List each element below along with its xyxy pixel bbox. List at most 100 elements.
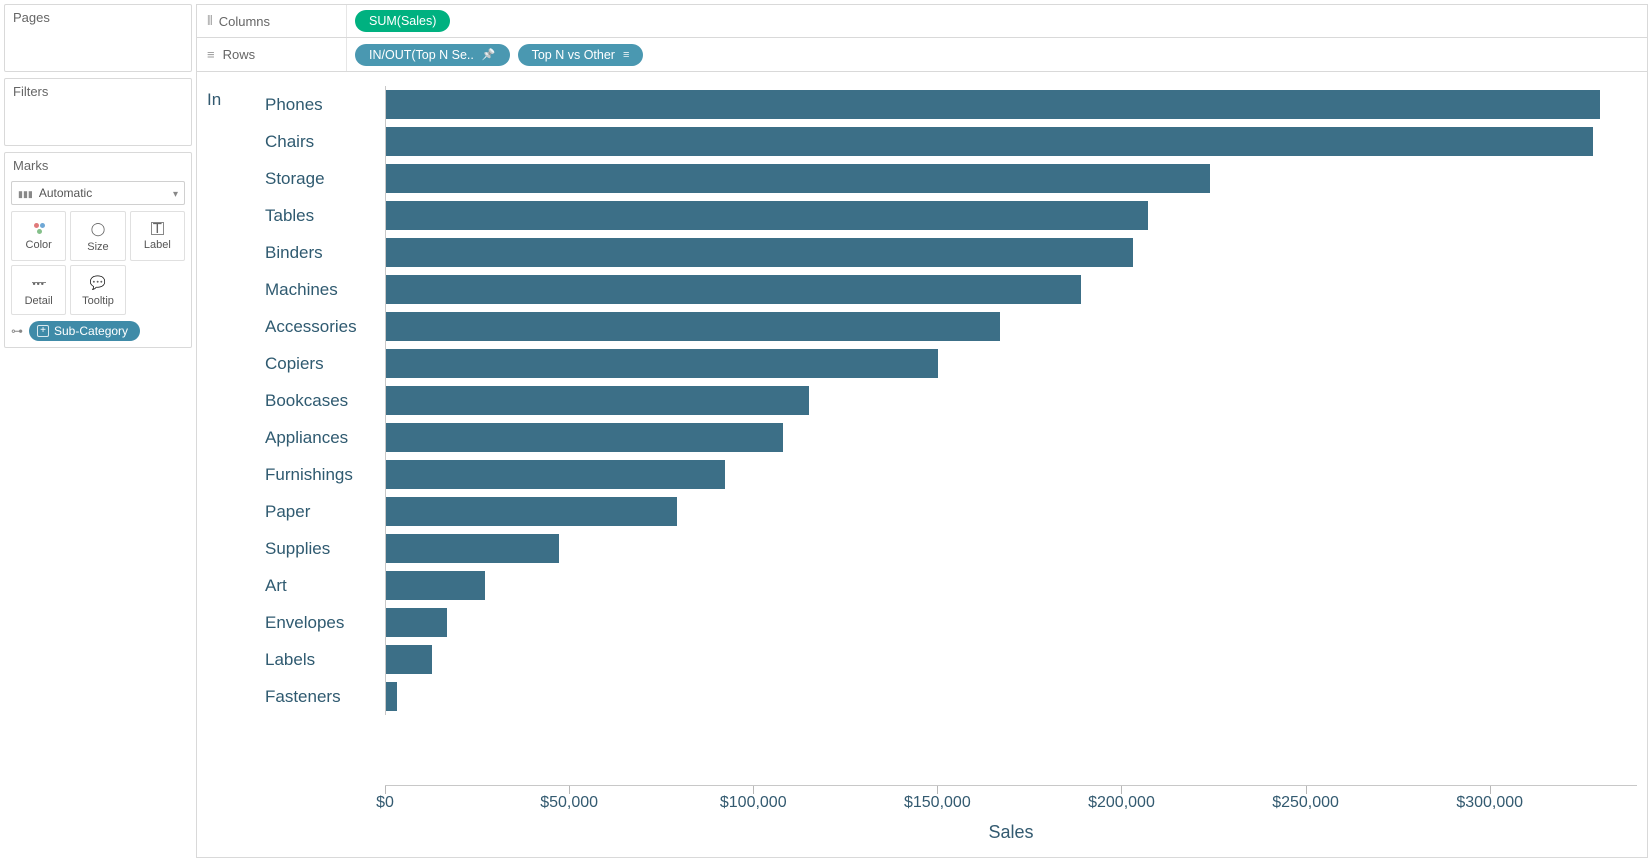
bar-row: Appliances <box>265 419 1637 456</box>
bar-track <box>385 530 1637 567</box>
category-label: Accessories <box>265 317 385 337</box>
tooltip-button[interactable]: Tooltip <box>70 265 125 315</box>
category-label: Furnishings <box>265 465 385 485</box>
chevron-down-icon <box>173 186 178 200</box>
bar[interactable] <box>386 201 1148 230</box>
color-label: Color <box>26 239 52 251</box>
bar[interactable] <box>386 682 397 711</box>
inout-set-pill[interactable]: IN/OUT(Top N Se.. 📌 <box>355 44 510 66</box>
row-group-label: In <box>207 86 265 857</box>
bar[interactable] <box>386 423 783 452</box>
label-button[interactable]: T Label <box>130 211 185 261</box>
bar-row: Binders <box>265 234 1637 271</box>
bar-track <box>385 382 1637 419</box>
bar[interactable] <box>386 90 1600 119</box>
detail-icon <box>32 274 44 291</box>
bar[interactable] <box>386 608 447 637</box>
axis-tick <box>385 786 386 794</box>
axis-tick <box>1490 786 1491 794</box>
category-label: Supplies <box>265 539 385 559</box>
pages-shelf[interactable]: Pages <box>4 4 192 72</box>
marks-mode-label: Automatic <box>39 186 92 200</box>
bar-track <box>385 641 1637 678</box>
category-label: Bookcases <box>265 391 385 411</box>
bar-row: Copiers <box>265 345 1637 382</box>
axis-tick <box>569 786 570 794</box>
bar-track <box>385 197 1637 234</box>
category-label: Copiers <box>265 354 385 374</box>
axis-tick <box>753 786 754 794</box>
columns-shelf[interactable]: Columns SUM(Sales) <box>196 4 1648 38</box>
bar-row: Paper <box>265 493 1637 530</box>
marks-type-dropdown[interactable]: Automatic <box>11 181 185 205</box>
sum-sales-pill[interactable]: SUM(Sales) <box>355 10 450 32</box>
bar-chart-icon <box>18 186 33 200</box>
bar-row: Chairs <box>265 123 1637 160</box>
bar[interactable] <box>386 534 559 563</box>
bar[interactable] <box>386 497 677 526</box>
bar-row: Phones <box>265 86 1637 123</box>
bar-track <box>385 234 1637 271</box>
category-label: Envelopes <box>265 613 385 633</box>
rows-shelf[interactable]: Rows IN/OUT(Top N Se.. 📌 Top N vs Other ≡ <box>196 38 1648 72</box>
bar[interactable] <box>386 645 432 674</box>
category-label: Machines <box>265 280 385 300</box>
subcategory-pill-label: Sub-Category <box>54 324 128 338</box>
bar-track <box>385 419 1637 456</box>
pill-label: Top N vs Other <box>532 48 615 62</box>
bar[interactable] <box>386 312 1000 341</box>
label-label: Label <box>144 239 171 251</box>
size-icon <box>91 220 106 237</box>
bar-track <box>385 123 1637 160</box>
detail-button[interactable]: Detail <box>11 265 66 315</box>
bar[interactable] <box>386 460 725 489</box>
bar[interactable] <box>386 238 1133 267</box>
bar-track <box>385 86 1637 123</box>
filters-title: Filters <box>5 79 191 103</box>
bar-row: Accessories <box>265 308 1637 345</box>
category-label: Tables <box>265 206 385 226</box>
bar-row: Supplies <box>265 530 1637 567</box>
bar[interactable] <box>386 164 1210 193</box>
columns-icon <box>207 13 211 29</box>
pill-label: IN/OUT(Top N Se.. <box>369 48 474 62</box>
subcategory-pill[interactable]: + Sub-Category <box>29 321 140 341</box>
category-label: Storage <box>265 169 385 189</box>
bar[interactable] <box>386 127 1593 156</box>
bar-row: Bookcases <box>265 382 1637 419</box>
category-label: Fasteners <box>265 687 385 707</box>
tooltip-label: Tooltip <box>82 295 114 307</box>
marks-title: Marks <box>5 153 191 177</box>
bar-row: Tables <box>265 197 1637 234</box>
category-label: Appliances <box>265 428 385 448</box>
axis-tick-label: $150,000 <box>904 794 971 812</box>
bar-row: Fasteners <box>265 678 1637 715</box>
expand-icon: + <box>37 325 49 337</box>
bar[interactable] <box>386 275 1081 304</box>
sort-icon: ≡ <box>623 49 629 61</box>
bar-track <box>385 456 1637 493</box>
topn-other-pill[interactable]: Top N vs Other ≡ <box>518 44 644 66</box>
marks-card: Marks Automatic Color Size T <box>4 152 192 348</box>
bar-track <box>385 604 1637 641</box>
bar[interactable] <box>386 386 809 415</box>
pin-icon: 📌 <box>482 48 496 61</box>
size-label: Size <box>87 241 108 253</box>
bar-track <box>385 567 1637 604</box>
rows-icon <box>207 47 215 62</box>
x-axis-title: Sales <box>988 822 1033 843</box>
category-label: Paper <box>265 502 385 522</box>
rows-shelf-label: Rows <box>223 47 256 62</box>
filters-shelf[interactable]: Filters <box>4 78 192 146</box>
category-label: Chairs <box>265 132 385 152</box>
bar[interactable] <box>386 349 938 378</box>
bar-track <box>385 345 1637 382</box>
bar-row: Storage <box>265 160 1637 197</box>
size-button[interactable]: Size <box>70 211 125 261</box>
axis-tick-label: $200,000 <box>1088 794 1155 812</box>
bar[interactable] <box>386 571 485 600</box>
chart-canvas[interactable]: In Phones Chairs Storage Tables Binders Machi… <box>196 72 1648 858</box>
bar-track <box>385 493 1637 530</box>
color-button[interactable]: Color <box>11 211 66 261</box>
category-label: Phones <box>265 95 385 115</box>
